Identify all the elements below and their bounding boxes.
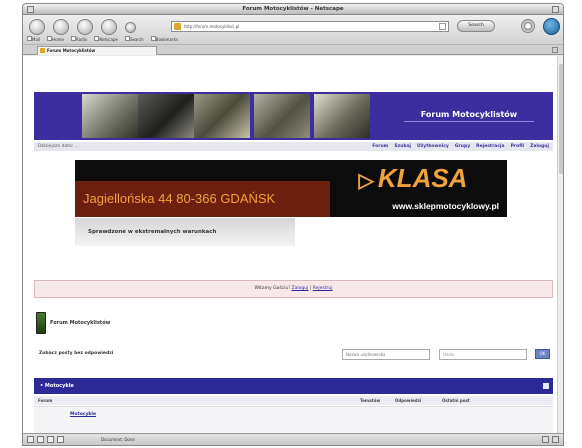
- welcome-bar: Witamy Gościu! Zaloguj | Rejestruj: [34, 280, 553, 298]
- login-submit-button[interactable]: OK: [535, 349, 550, 359]
- motorcycle-photo: [138, 94, 194, 138]
- search-button[interactable]: Search: [457, 20, 495, 32]
- page-content: Forum Motocyklistów Dzisiejsza data: ...…: [23, 56, 563, 435]
- window-title: Forum Motocyklistów - Netscape: [242, 6, 344, 12]
- table-header: Forum Tematów Odpowiedzi Ostatni post: [34, 396, 553, 405]
- url-bar[interactable]: http://forum.motocyklisci.pl: [171, 21, 449, 32]
- site-title[interactable]: Forum Motocyklistów: [404, 108, 534, 122]
- window-titlebar: Forum Motocyklistów - Netscape: [23, 4, 563, 15]
- motorcycle-photo: [82, 94, 138, 138]
- home-button[interactable]: [125, 22, 136, 33]
- category-title[interactable]: • Motocykle: [40, 383, 74, 389]
- action-row: Zobacz posty bez odpowiedzi Nazwa użytko…: [34, 348, 553, 362]
- bookmark-radio[interactable]: Radio: [70, 36, 87, 44]
- back-button[interactable]: [29, 19, 45, 35]
- bookmark-mail[interactable]: Mail: [27, 36, 40, 44]
- column-last-post: Ostatni post: [442, 398, 470, 403]
- composer-icon[interactable]: [37, 436, 44, 443]
- ad-website: www.sklepmotocyklowy.pl: [392, 201, 499, 211]
- advertisement-banner[interactable]: Jagiellońska 44 80-366 GDAŃSK ▷ KLASA www…: [75, 160, 507, 217]
- nav-links: Forum Szukaj Użytkownicy Grupy Rejestrac…: [372, 142, 549, 151]
- tab-close-icon[interactable]: [552, 47, 558, 53]
- motorcycle-photo: [194, 94, 250, 138]
- unanswered-posts-link[interactable]: Zobacz posty bez odpowiedzi: [39, 351, 113, 356]
- url-text: http://forum.motocyklisci.pl: [184, 24, 240, 29]
- reload-button[interactable]: [77, 19, 93, 35]
- status-icons: [27, 436, 64, 443]
- globe-icon[interactable]: [543, 18, 560, 35]
- motorcycle-photo: [254, 94, 310, 138]
- url-dropdown-icon[interactable]: [439, 23, 446, 30]
- nav-link-register[interactable]: Rejestracja: [476, 142, 504, 151]
- column-forum: Forum: [38, 398, 53, 403]
- motorcycle-photo: [314, 94, 370, 138]
- nav-link-row: Dzisiejsza data: ... Forum Szukaj Użytko…: [34, 142, 553, 151]
- username-input[interactable]: Nazwa użytkownika: [342, 349, 430, 360]
- ad-brand-logo: ▷ KLASA: [358, 163, 468, 193]
- nav-link-forum[interactable]: Forum: [372, 142, 388, 151]
- nav-link-login[interactable]: Zaloguj: [530, 142, 549, 151]
- column-replies: Odpowiedzi: [395, 398, 422, 403]
- throbber-icon: [521, 19, 535, 33]
- ad-address: Jagiellońska 44 80-366 GDAŃSK: [75, 181, 330, 217]
- nav-link-groups[interactable]: Grupy: [455, 142, 470, 151]
- bookmark-netscape[interactable]: Netscape: [94, 36, 118, 44]
- forum-logo-icon: [36, 312, 46, 334]
- nav-link-search[interactable]: Szukaj: [394, 142, 411, 151]
- nav-link-members[interactable]: Użytkownicy: [417, 142, 449, 151]
- security-lock-icon[interactable]: [552, 436, 559, 443]
- forward-button[interactable]: [53, 19, 69, 35]
- window-zoom-icon[interactable]: [552, 6, 559, 13]
- scrollbar-thumb[interactable]: [559, 64, 563, 174]
- online-icon: [542, 436, 549, 443]
- status-right-icons: [542, 436, 559, 443]
- status-text: Document: Done: [101, 437, 135, 442]
- column-topics: Tematów: [360, 398, 381, 403]
- ad-tagline: Sprawdzone w ekstremalnych warunkach: [75, 218, 295, 246]
- forum-title-row: Forum Motocyklistów: [36, 311, 110, 335]
- collapse-icon[interactable]: [543, 383, 549, 389]
- password-input[interactable]: Hasło: [439, 349, 527, 360]
- mail-icon[interactable]: [27, 436, 34, 443]
- current-date: Dzisiejsza data: ...: [38, 144, 79, 149]
- bookmark-bookmarks[interactable]: Bookmarks: [150, 36, 178, 44]
- bookmark-search[interactable]: Search: [124, 36, 144, 44]
- forum-title[interactable]: Forum Motocyklistów: [50, 320, 110, 326]
- address-book-icon[interactable]: [57, 436, 64, 443]
- welcome-text: Witamy Gościu!: [254, 286, 291, 291]
- forum-header-banner: Forum Motocyklistów: [34, 92, 553, 140]
- table-row: Motocykle: [34, 406, 553, 435]
- arrow-icon: ▷: [358, 170, 374, 192]
- browser-toolbar: http://forum.motocyklisci.pl Search Mail…: [23, 15, 563, 45]
- browser-window: Forum Motocyklistów - Netscape http://fo…: [22, 3, 564, 446]
- chat-icon[interactable]: [47, 436, 54, 443]
- window-close-icon[interactable]: [27, 6, 34, 13]
- login-link[interactable]: Zaloguj: [292, 286, 309, 291]
- nav-link-profile[interactable]: Profil: [511, 142, 525, 151]
- category-header: • Motocykle: [34, 378, 553, 394]
- tab-bar: Forum Motocyklistów: [23, 45, 563, 55]
- status-bar: Document: Done: [23, 433, 563, 445]
- favicon-icon: [40, 48, 45, 53]
- register-link[interactable]: Rejestruj: [313, 286, 333, 291]
- tab-forum[interactable]: Forum Motocyklistów: [37, 46, 157, 55]
- forum-link[interactable]: Motocykle: [70, 412, 96, 417]
- bookmark-home[interactable]: Home: [47, 36, 64, 44]
- stop-button[interactable]: [101, 19, 117, 35]
- site-icon: [174, 23, 181, 30]
- tab-label: Forum Motocyklistów: [47, 48, 96, 53]
- vertical-scrollbar[interactable]: [557, 56, 563, 435]
- bookmarks-bar: Mail Home Radio Netscape Search Bookmark…: [27, 36, 178, 44]
